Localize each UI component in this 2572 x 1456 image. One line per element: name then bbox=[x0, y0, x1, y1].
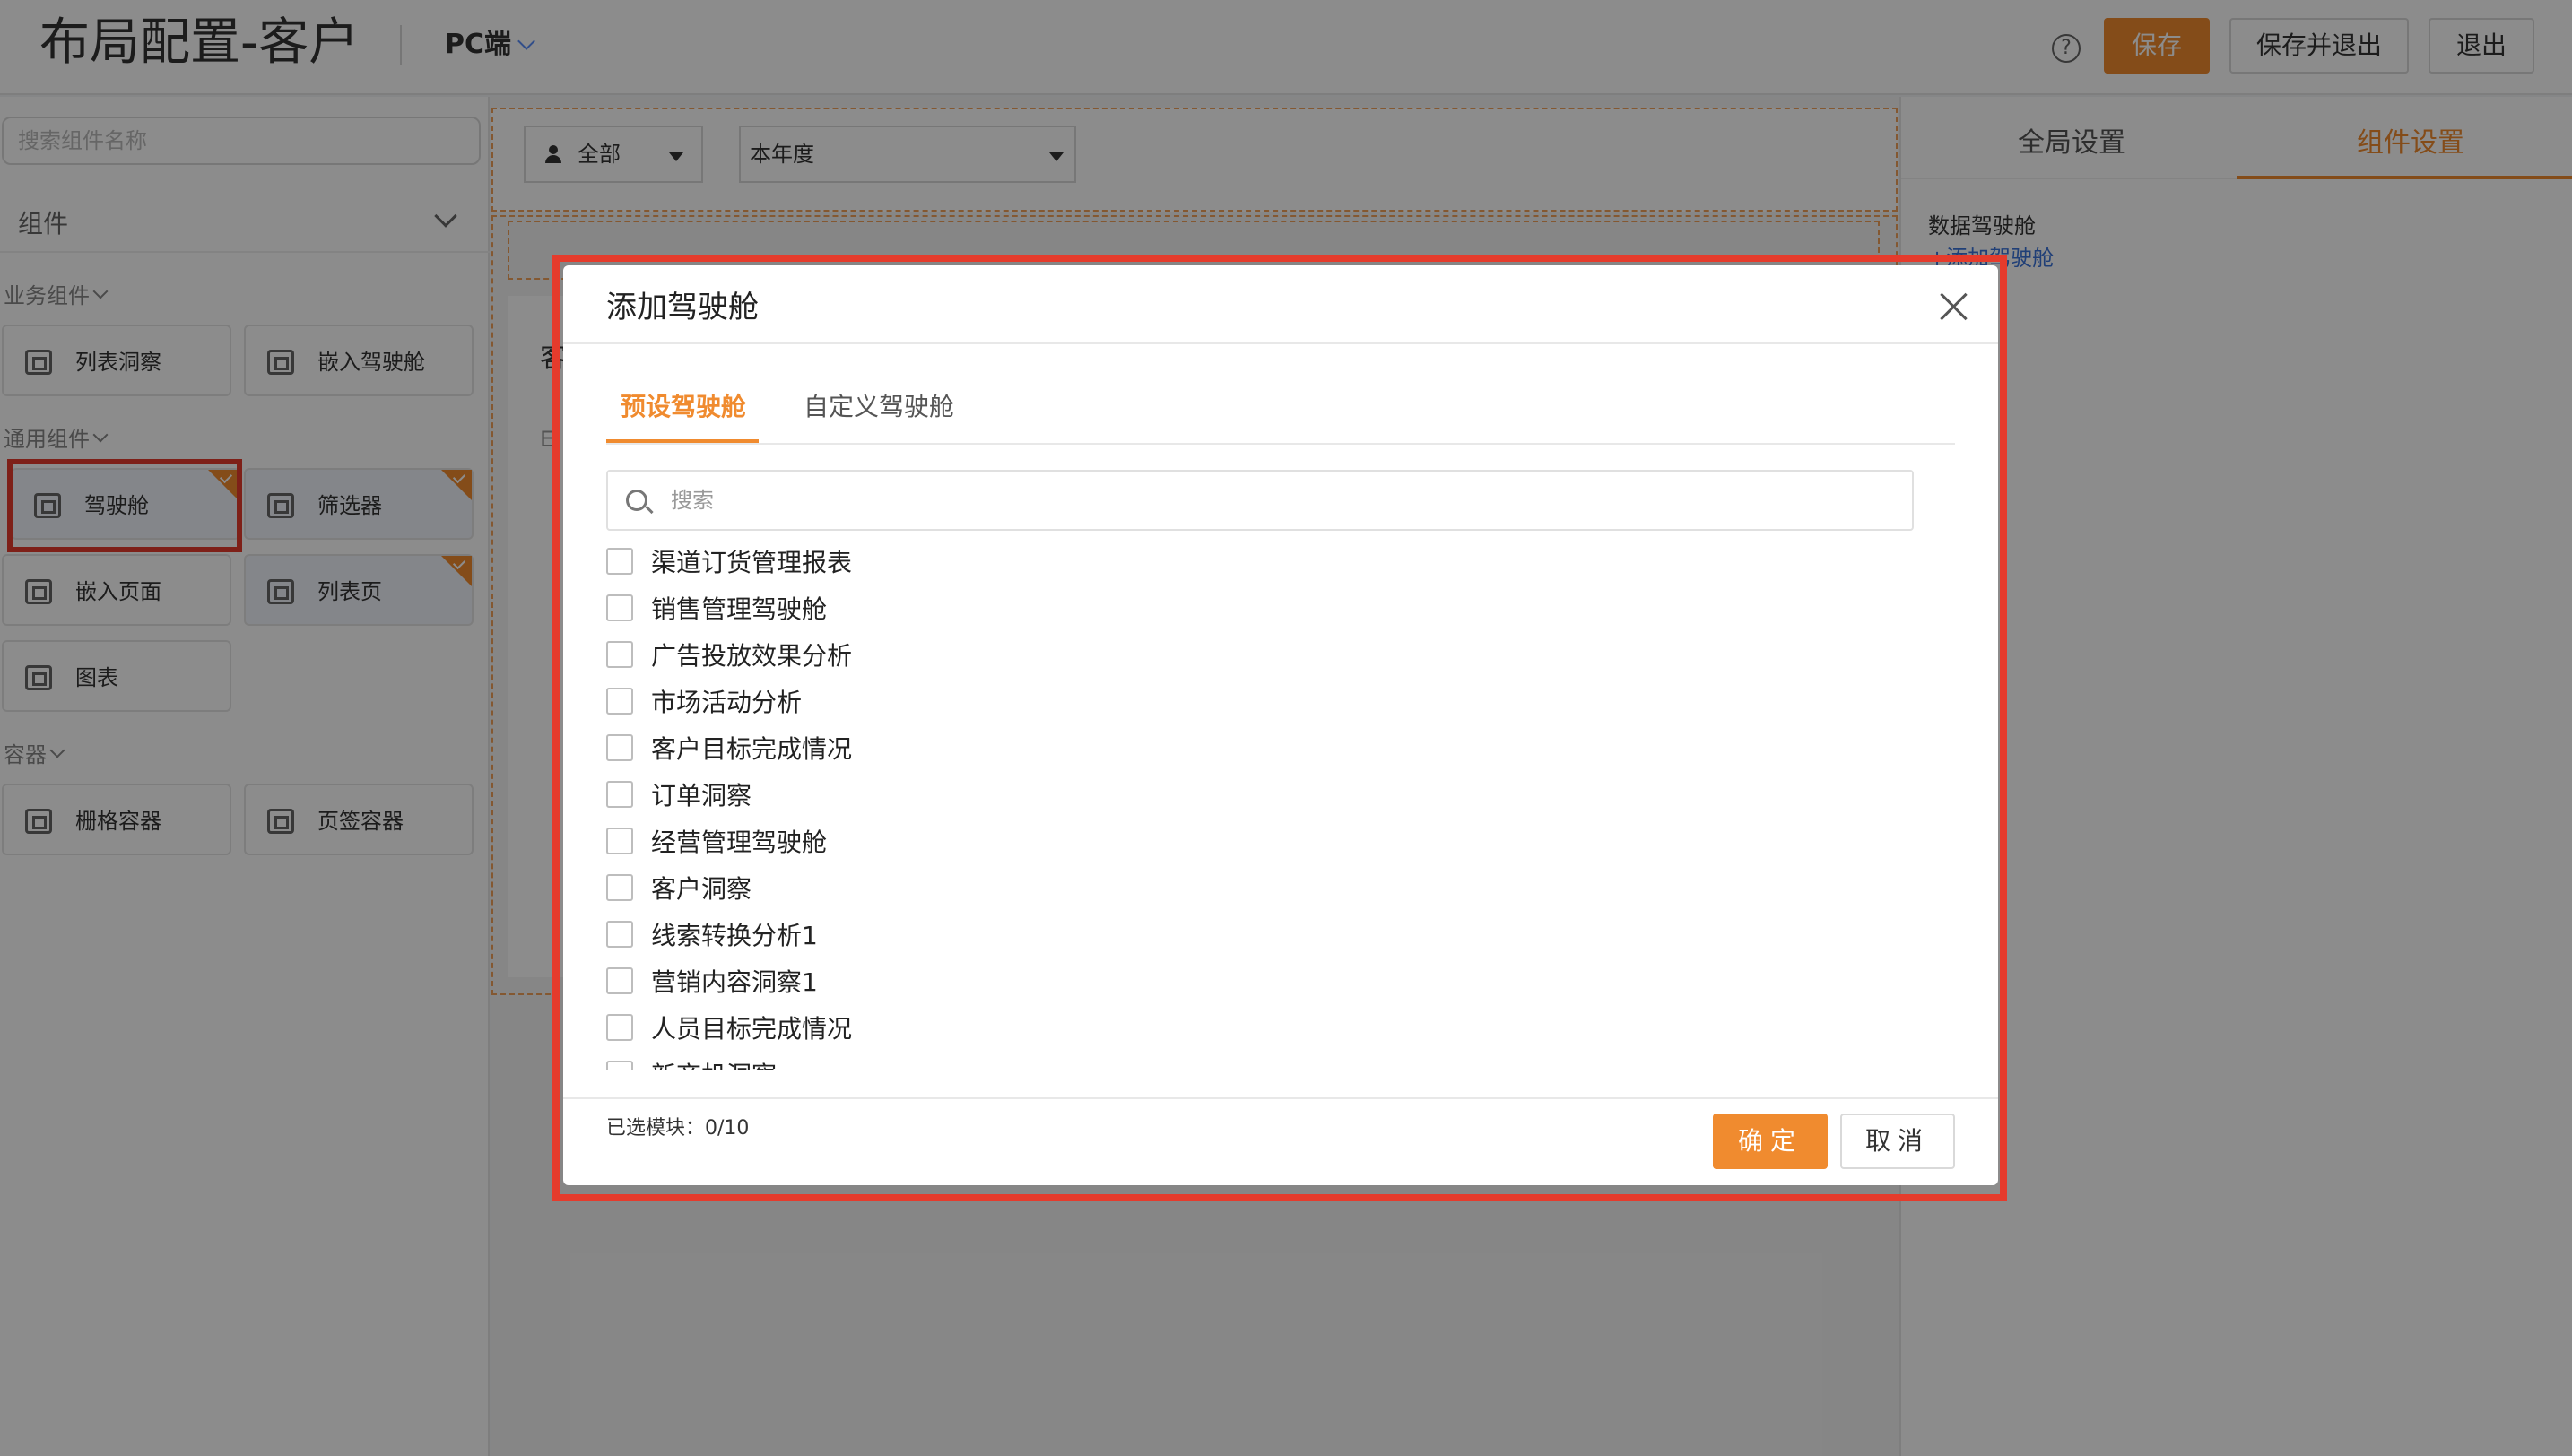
confirm-button[interactable]: 确定 bbox=[1713, 1114, 1828, 1169]
cockpit-item-label: 经营管理驾驶舱 bbox=[651, 828, 828, 857]
cockpit-item-label: 广告投放效果分析 bbox=[651, 641, 853, 671]
active-tab-indicator bbox=[606, 439, 759, 443]
cockpit-list-item[interactable]: 新商机洞察 bbox=[606, 1051, 1682, 1070]
cockpit-list-item[interactable]: 销售管理驾驶舱 bbox=[606, 585, 1682, 631]
cockpit-list-item[interactable]: 经营管理驾驶舱 bbox=[606, 818, 1682, 864]
cockpit-item-label: 渠道订货管理报表 bbox=[651, 548, 853, 577]
cockpit-item-label: 线索转换分析1 bbox=[651, 921, 818, 950]
checkbox[interactable] bbox=[606, 1014, 633, 1041]
cockpit-item-label: 客户洞察 bbox=[651, 874, 752, 904]
cockpit-list-item[interactable]: 人员目标完成情况 bbox=[606, 1004, 1682, 1051]
checkbox[interactable] bbox=[606, 734, 633, 761]
checkbox[interactable] bbox=[606, 594, 633, 621]
checkbox[interactable] bbox=[606, 641, 633, 668]
cockpit-list-item[interactable]: 营销内容洞察1 bbox=[606, 958, 1682, 1004]
checkbox[interactable] bbox=[606, 781, 633, 808]
cockpit-item-label: 人员目标完成情况 bbox=[651, 1014, 853, 1044]
cockpit-list-item[interactable]: 广告投放效果分析 bbox=[606, 631, 1682, 678]
dialog-footer-divider bbox=[563, 1097, 1998, 1099]
checkbox[interactable] bbox=[606, 548, 633, 575]
cockpit-item-label: 新商机洞察 bbox=[651, 1056, 777, 1070]
cockpit-item-label: 市场活动分析 bbox=[651, 688, 803, 717]
tab-divider bbox=[606, 443, 1955, 445]
cockpit-search-field[interactable] bbox=[606, 470, 1914, 531]
cockpit-list-item[interactable]: 线索转换分析1 bbox=[606, 911, 1682, 958]
cockpit-item-label: 客户目标完成情况 bbox=[651, 734, 853, 764]
checkbox[interactable] bbox=[606, 967, 633, 994]
checkbox[interactable] bbox=[606, 874, 633, 901]
checkbox[interactable] bbox=[606, 1061, 633, 1070]
cockpit-item-label: 营销内容洞察1 bbox=[651, 967, 818, 997]
selected-value: 0/10 bbox=[705, 1117, 750, 1140]
cockpit-list: 渠道订货管理报表 销售管理驾驶舱 广告投放效果分析 市场活动分析客户目标完成情况 订单洞… bbox=[606, 538, 1682, 1070]
selected-label: 已选模块： bbox=[606, 1117, 706, 1140]
dialog-title: 添加驾驶舱 bbox=[606, 290, 759, 325]
cancel-button[interactable]: 取消 bbox=[1840, 1114, 1955, 1169]
tab-preset-cockpit[interactable]: 预设驾驶舱 bbox=[621, 389, 746, 425]
checkbox[interactable] bbox=[606, 688, 633, 715]
cockpit-item-label: 订单洞察 bbox=[651, 781, 752, 810]
checkbox[interactable] bbox=[606, 921, 633, 948]
cockpit-list-item[interactable]: 市场活动分析 bbox=[606, 678, 1682, 724]
cockpit-list-item[interactable]: 渠道订货管理报表 bbox=[606, 538, 1682, 585]
cockpit-list-item[interactable]: 订单洞察 bbox=[606, 771, 1682, 818]
selected-count: 已选模块：0/10 bbox=[606, 1115, 749, 1142]
close-icon[interactable] bbox=[1935, 289, 1971, 325]
checkbox[interactable] bbox=[606, 828, 633, 854]
dialog-header-divider bbox=[563, 342, 1998, 344]
cockpit-list-item[interactable]: 客户洞察 bbox=[606, 864, 1682, 911]
cockpit-search-input[interactable] bbox=[671, 481, 1890, 520]
cockpit-list-item[interactable]: 客户目标完成情况 bbox=[606, 724, 1682, 771]
search-icon bbox=[626, 490, 647, 511]
cockpit-item-label: 销售管理驾驶舱 bbox=[651, 594, 828, 624]
tab-custom-cockpit[interactable]: 自定义驾驶舱 bbox=[804, 389, 954, 425]
add-cockpit-dialog: 添加驾驶舱 预设驾驶舱 自定义驾驶舱 渠道订货管理报表销售管理驾驶舱广告投放效果… bbox=[563, 265, 1998, 1185]
